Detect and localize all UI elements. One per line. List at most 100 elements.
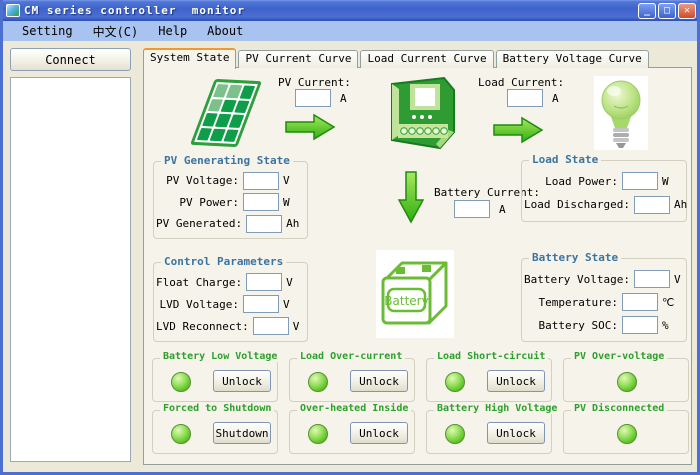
load-current-label: Load Current: <box>478 76 564 89</box>
battery-soc-input[interactable] <box>622 316 658 334</box>
controller-icon <box>382 72 462 154</box>
lvd-voltage-input[interactable] <box>243 295 279 313</box>
pv-generated-label: PV Generated: <box>156 217 242 230</box>
battery-current-input[interactable] <box>454 200 490 218</box>
status-led <box>617 372 637 392</box>
pv-power-unit: W <box>283 196 301 209</box>
arrow-right-icon <box>492 115 544 145</box>
pv-voltage-label: PV Voltage: <box>156 174 239 187</box>
alarm-title: Battery High Voltage <box>434 403 560 414</box>
title-bar: CM series controller monitor _ □ ✕ <box>0 0 700 21</box>
battery-low-voltage-alarm: Battery Low Voltage Unlock <box>152 358 278 402</box>
alarm-title: PV Over-voltage <box>571 351 667 362</box>
status-led <box>308 424 328 444</box>
unlock-button[interactable]: Unlock <box>487 422 545 444</box>
battery-high-voltage-alarm: Battery High Voltage Unlock <box>426 410 552 454</box>
battery-voltage-unit: V <box>674 273 681 286</box>
close-button[interactable]: ✕ <box>678 3 696 19</box>
load-over-current-alarm: Load Over-current Unlock <box>289 358 415 402</box>
group-title: PV Generating State <box>161 154 293 167</box>
pv-over-voltage-alarm: PV Over-voltage <box>563 358 689 402</box>
tab-system-state[interactable]: System State <box>143 48 236 69</box>
battery-soc-unit: % <box>662 319 680 332</box>
bulb-icon <box>594 76 648 150</box>
arrow-right-icon <box>284 112 336 142</box>
lvd-reconnect-input[interactable] <box>253 317 289 335</box>
battery-state-group: Battery State Battery Voltage: V Tempera… <box>521 258 687 342</box>
menu-setting[interactable]: Setting <box>12 22 83 40</box>
alarm-title: Load Over-current <box>297 351 405 362</box>
window-title: CM series controller monitor <box>24 4 245 17</box>
load-power-label: Load Power: <box>524 175 618 188</box>
pv-power-label: PV Power: <box>156 196 239 209</box>
pv-power-input[interactable] <box>243 193 279 211</box>
pv-current-label: PV Current: <box>278 76 351 89</box>
pv-generated-unit: Ah <box>286 217 301 230</box>
battery-voltage-input[interactable] <box>634 270 670 288</box>
unlock-button[interactable]: Unlock <box>487 370 545 392</box>
menu-help[interactable]: Help <box>148 22 197 40</box>
float-charge-unit: V <box>286 276 301 289</box>
app-icon <box>6 4 20 17</box>
lvd-reconnect-unit: V <box>293 320 301 333</box>
group-title: Load State <box>529 153 601 166</box>
load-power-input[interactable] <box>622 172 658 190</box>
load-state-group: Load State Load Power: W Load Discharged… <box>521 160 687 222</box>
system-state-panel: PV Current: A Load Current: <box>143 67 692 465</box>
status-led <box>617 424 637 444</box>
pv-current-input[interactable] <box>295 89 331 107</box>
pv-voltage-unit: V <box>283 174 301 187</box>
pv-disconnected-alarm: PV Disconnected <box>563 410 689 454</box>
tab-pv-current-curve[interactable]: PV Current Curve <box>238 50 358 68</box>
unlock-button[interactable]: Unlock <box>350 370 408 392</box>
float-charge-input[interactable] <box>246 273 282 291</box>
tab-battery-voltage-curve[interactable]: Battery Voltage Curve <box>496 50 649 68</box>
shutdown-button[interactable]: Shutdown <box>213 422 271 444</box>
maximize-button[interactable]: □ <box>658 3 676 19</box>
status-led <box>445 424 465 444</box>
device-list[interactable] <box>10 77 131 462</box>
load-current-unit: A <box>552 92 559 105</box>
alarm-title: Battery Low Voltage <box>160 351 280 362</box>
load-current-input[interactable] <box>507 89 543 107</box>
pv-voltage-input[interactable] <box>243 172 279 190</box>
solar-panel-icon <box>186 76 266 152</box>
tab-load-current-curve[interactable]: Load Current Curve <box>360 50 493 68</box>
menu-language[interactable]: 中文(C) <box>83 21 149 42</box>
unlock-button[interactable]: Unlock <box>350 422 408 444</box>
status-led <box>445 372 465 392</box>
pv-current-unit: A <box>340 92 347 105</box>
temperature-input[interactable] <box>622 293 658 311</box>
alarm-title: Forced to Shutdown <box>160 403 274 414</box>
minimize-button[interactable]: _ <box>638 3 656 19</box>
float-charge-label: Float Charge: <box>156 276 242 289</box>
temperature-unit: ℃ <box>662 296 680 309</box>
alarm-title: Over-heated Inside <box>297 403 411 414</box>
battery-soc-label: Battery SOC: <box>524 319 618 332</box>
load-power-unit: W <box>662 175 680 188</box>
load-discharged-input[interactable] <box>634 196 670 214</box>
unlock-button[interactable]: Unlock <box>213 370 271 392</box>
group-title: Control Parameters <box>161 255 286 268</box>
app-window: CM series controller monitor _ □ ✕ Setti… <box>0 0 700 475</box>
pv-generated-input[interactable] <box>246 215 282 233</box>
battery-voltage-label: Battery Voltage: <box>524 273 630 286</box>
pv-generating-state-group: PV Generating State PV Voltage: V PV Pow… <box>153 161 308 239</box>
group-title: Battery State <box>529 251 621 264</box>
status-led <box>171 372 191 392</box>
battery-icon: Battery <box>376 250 454 338</box>
load-short-circuit-alarm: Load Short-circuit Unlock <box>426 358 552 402</box>
lvd-reconnect-label: LVD Reconnect: <box>156 320 249 333</box>
battery-text: Battery <box>384 294 428 308</box>
forced-to-shutdown-alarm: Forced to Shutdown Shutdown <box>152 410 278 454</box>
alarm-title: PV Disconnected <box>571 403 667 414</box>
temperature-label: Temperature: <box>524 296 618 309</box>
tab-strip: System State PV Current Curve Load Curre… <box>143 47 651 68</box>
lvd-voltage-unit: V <box>283 298 301 311</box>
control-parameters-group: Control Parameters Float Charge: V LVD V… <box>153 262 308 342</box>
connect-button[interactable]: Connect <box>10 48 131 71</box>
menu-about[interactable]: About <box>197 22 253 40</box>
status-led <box>171 424 191 444</box>
battery-current-unit: A <box>499 203 506 216</box>
arrow-down-icon <box>396 170 426 224</box>
